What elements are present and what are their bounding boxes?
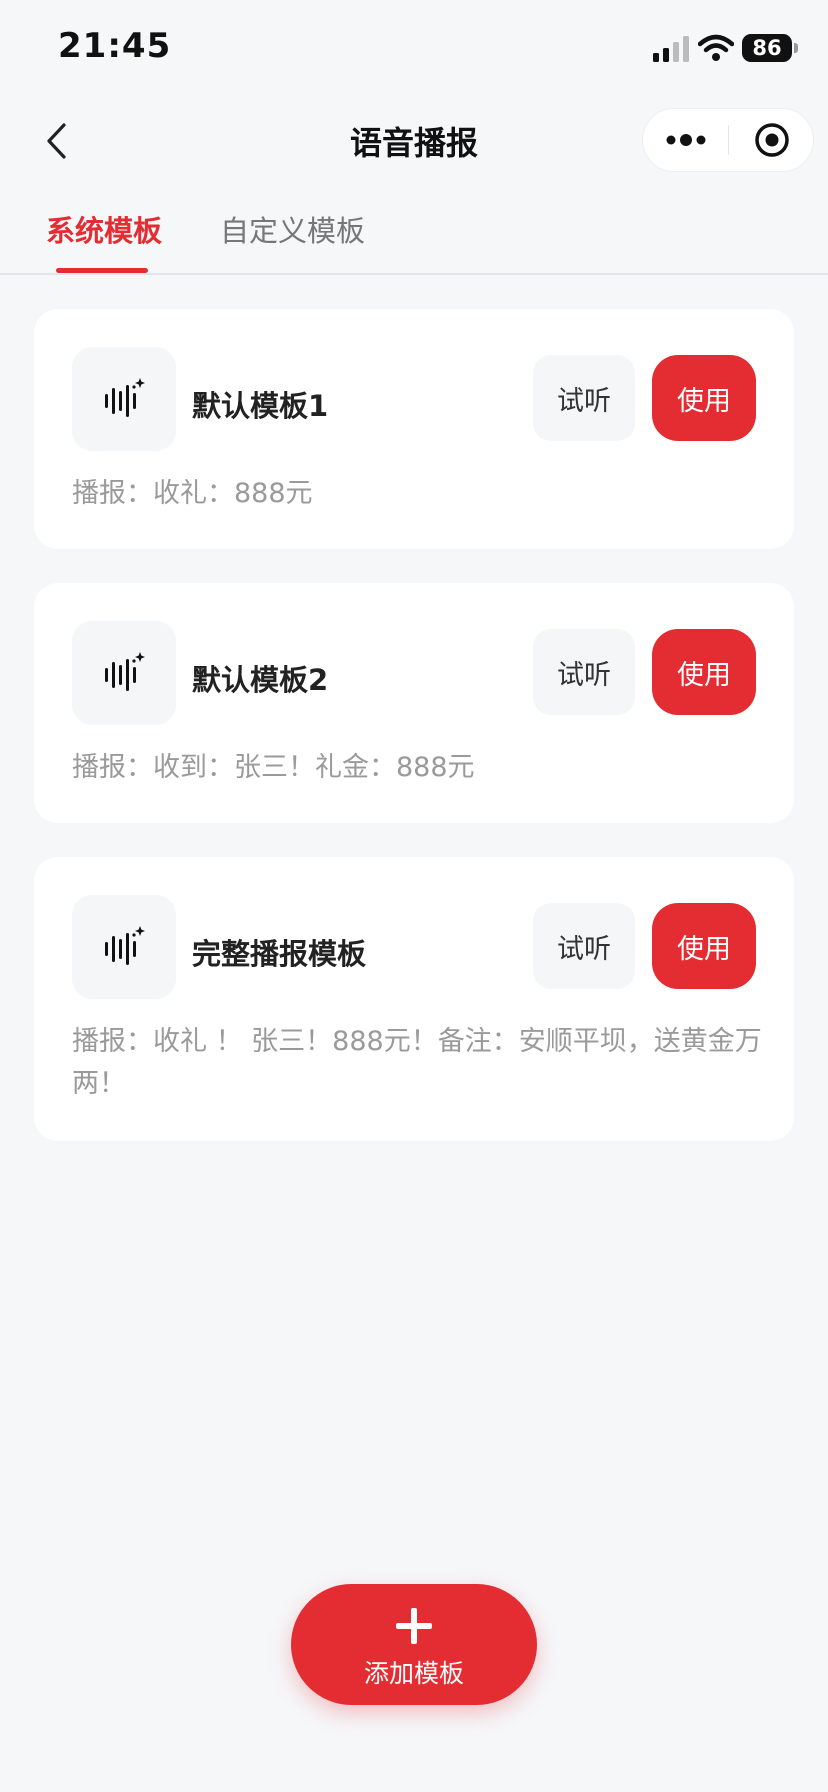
voice-broadcast-screen: 21:45 86 语音播报 系统模板 自定义模板 默认模板1 试听 使用 播报：… xyxy=(0,0,828,1792)
cellular-signal-icon xyxy=(653,36,689,62)
battery-cap xyxy=(794,43,798,53)
template-description: 播报：收到：张三！礼金：888元 xyxy=(72,752,475,783)
plus-icon-wrap xyxy=(291,1604,537,1648)
template-tabs: 系统模板 自定义模板 xyxy=(0,182,828,275)
tab-custom-templates[interactable]: 自定义模板 xyxy=(220,208,365,250)
preview-button[interactable]: 试听 xyxy=(533,903,635,989)
battery-indicator: 86 xyxy=(742,34,792,62)
target-circle-icon xyxy=(755,123,789,157)
preview-button[interactable]: 试听 xyxy=(533,355,635,441)
template-description: 播报：收礼：888元 xyxy=(72,478,313,509)
more-dots-icon xyxy=(666,134,706,146)
voice-wave-sparkle-icon xyxy=(105,378,145,417)
plus-icon xyxy=(396,1608,432,1644)
tab-system-templates[interactable]: 系统模板 xyxy=(46,208,162,250)
template-icon-box xyxy=(72,347,176,451)
navigation-bar: 语音播报 xyxy=(0,100,828,182)
add-template-label: 添加模板 xyxy=(363,1659,464,1688)
status-time: 21:45 xyxy=(58,26,172,66)
use-button[interactable]: 使用 xyxy=(652,629,756,715)
template-description: 播报：收礼 ！ 张三！888元！备注：安顺平坝，送黄金万两！ xyxy=(72,1026,762,1099)
template-icon-box xyxy=(72,895,176,999)
more-button[interactable] xyxy=(643,109,729,171)
status-bar: 21:45 86 xyxy=(0,0,828,100)
active-tab-indicator xyxy=(56,268,148,273)
template-name: 完整播报模板 xyxy=(192,937,367,971)
mini-program-capsule xyxy=(642,108,814,172)
template-card: 完整播报模板 试听 使用 播报：收礼 ！ 张三！888元！备注：安顺平坝，送黄金… xyxy=(34,857,794,1141)
template-card: 默认模板1 试听 使用 播报：收礼：888元 xyxy=(34,309,794,549)
voice-wave-sparkle-icon xyxy=(105,652,145,691)
add-template-button[interactable]: 添加模板 xyxy=(291,1584,537,1705)
close-mini-program-button[interactable] xyxy=(729,109,815,171)
use-button[interactable]: 使用 xyxy=(652,355,756,441)
template-icon-box xyxy=(72,621,176,725)
use-button[interactable]: 使用 xyxy=(652,903,756,989)
template-name: 默认模板1 xyxy=(192,389,329,423)
wifi-icon xyxy=(698,34,734,61)
preview-button[interactable]: 试听 xyxy=(533,629,635,715)
template-name: 默认模板2 xyxy=(192,663,329,697)
voice-wave-sparkle-icon xyxy=(105,926,145,965)
template-card: 默认模板2 试听 使用 播报：收到：张三！礼金：888元 xyxy=(34,583,794,823)
